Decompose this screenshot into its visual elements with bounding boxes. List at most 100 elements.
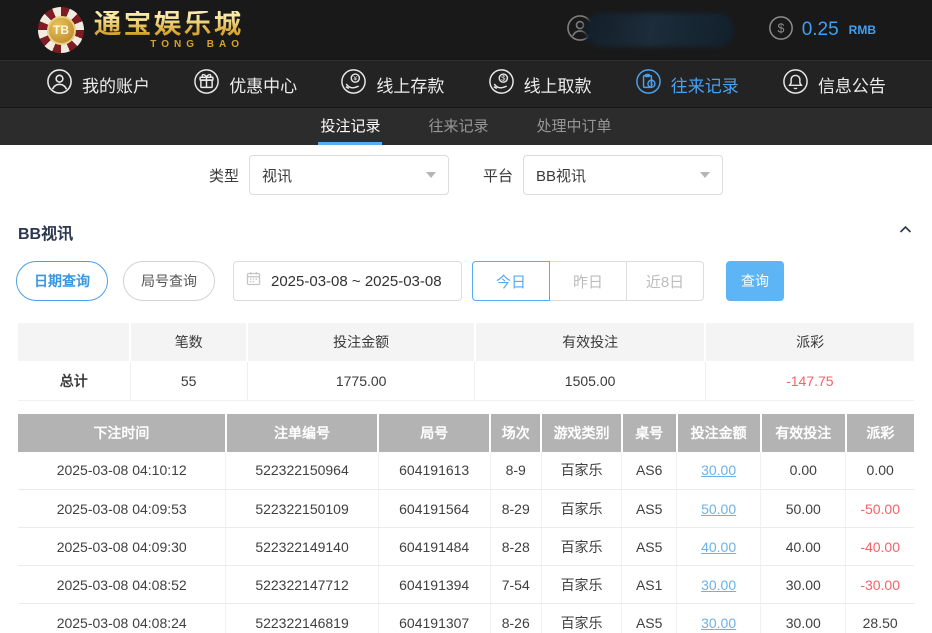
- valid-bet-cell: 30.00: [761, 604, 846, 633]
- summary-total-payout: -147.75: [705, 361, 914, 400]
- table-row: 2025-03-08 04:08:24522322146819604191307…: [18, 604, 914, 633]
- date-range-value: 2025-03-08 ~ 2025-03-08: [271, 273, 442, 290]
- section-title: BB视讯: [18, 220, 73, 244]
- hand-coin-deposit-icon: ¥: [340, 68, 367, 100]
- bell-icon: [782, 68, 809, 100]
- bet-time-cell: 2025-03-08 04:09:30: [18, 528, 226, 566]
- summary-header-payout: 派彩: [705, 323, 914, 361]
- nav-item-label: 线上存款: [376, 72, 444, 97]
- nav-item-my-account[interactable]: 我的账户: [46, 68, 150, 100]
- session-header: 场次: [490, 414, 541, 452]
- brand-subtitle: TONG BAO: [94, 40, 244, 50]
- session-cell: 7-54: [490, 566, 541, 604]
- bet-time-cell: 2025-03-08 04:09:53: [18, 490, 226, 528]
- table-id-cell: AS5: [622, 604, 677, 633]
- query-toolbar: 日期查询 局号查询 2025-03-08 ~ 2025-03-08 今日 昨日 …: [16, 261, 916, 301]
- filter-row: 类型 视讯 平台 BB视讯: [0, 155, 932, 195]
- bet-amount-link[interactable]: 30.00: [677, 452, 761, 490]
- table-id-cell: AS6: [622, 452, 677, 490]
- user-icon: [46, 68, 73, 100]
- calendar-icon: [245, 270, 262, 292]
- tab-transaction-records[interactable]: 往来记录: [426, 108, 490, 145]
- svg-text:$: $: [777, 21, 784, 35]
- chevron-down-icon: [700, 172, 710, 178]
- main-navigation: 我的账户 优惠中心 ¥ 线上存款: [0, 60, 932, 108]
- round-id-header: 局号: [378, 414, 490, 452]
- hand-coin-withdraw-icon: $: [488, 68, 515, 100]
- summary-header-bet-amount: 投注金额: [247, 323, 475, 361]
- round-id-cell: 604191564: [378, 490, 490, 528]
- balance-display[interactable]: $ 0.25 RMB: [768, 15, 876, 46]
- svg-text:$: $: [501, 74, 505, 83]
- bet-amount-link[interactable]: 40.00: [677, 528, 761, 566]
- payout-cell: 0.00: [846, 452, 914, 490]
- table-id-cell: AS1: [622, 566, 677, 604]
- type-filter-label: 类型: [209, 165, 239, 186]
- brand-logo: TB 通宝娱乐城 TONG BAO: [38, 7, 244, 53]
- yesterday-button[interactable]: 昨日: [549, 261, 627, 301]
- summary-total-bet: 1775.00: [247, 361, 475, 400]
- game-type-cell: 百家乐: [541, 528, 622, 566]
- nav-item-promotions[interactable]: 优惠中心: [193, 68, 297, 100]
- top-bar: TB 通宝娱乐城 TONG BAO $ 0.25 R: [0, 0, 932, 60]
- casino-chip-icon: TB: [38, 7, 84, 53]
- order-id-cell: 522322149140: [226, 528, 378, 566]
- table-id-cell: AS5: [622, 528, 677, 566]
- summary-header-row: 笔数 投注金额 有效投注 派彩: [18, 323, 914, 361]
- table-row: 2025-03-08 04:08:52522322147712604191394…: [18, 566, 914, 604]
- game-type-cell: 百家乐: [541, 604, 622, 633]
- gift-icon: [193, 68, 220, 100]
- last-8-days-button[interactable]: 近8日: [626, 261, 704, 301]
- bet-amount-link[interactable]: 30.00: [677, 604, 761, 633]
- round-id-cell: 604191394: [378, 566, 490, 604]
- bet-time-cell: 2025-03-08 04:08:52: [18, 566, 226, 604]
- bet-records-table: 下注时间注单编号局号场次游戏类别桌号投注金额有效投注派彩 2025-03-08 …: [18, 414, 914, 633]
- payout-cell: -30.00: [846, 566, 914, 604]
- bet-amount-link[interactable]: 50.00: [677, 490, 761, 528]
- date-range-input[interactable]: 2025-03-08 ~ 2025-03-08: [233, 261, 462, 301]
- bet-table-header-row: 下注时间注单编号局号场次游戏类别桌号投注金额有效投注派彩: [18, 414, 914, 452]
- today-button[interactable]: 今日: [472, 261, 550, 301]
- bet-amount-link[interactable]: 30.00: [677, 566, 761, 604]
- search-button[interactable]: 查询: [726, 261, 784, 301]
- summary-table: 笔数 投注金额 有效投注 派彩 总计 55 1775.00 1505.00 -1…: [18, 323, 914, 401]
- order-id-header: 注单编号: [226, 414, 378, 452]
- payout-cell: -50.00: [846, 490, 914, 528]
- summary-total-count: 55: [130, 361, 247, 400]
- nav-item-withdrawal[interactable]: $ 线上取款: [488, 68, 592, 100]
- session-cell: 8-28: [490, 528, 541, 566]
- table-id-cell: AS5: [622, 490, 677, 528]
- nav-item-transaction-records[interactable]: 往来记录: [635, 68, 739, 100]
- payout-cell: 28.50: [846, 604, 914, 633]
- user-account-area[interactable]: [566, 13, 734, 47]
- collapse-section-button[interactable]: [897, 221, 914, 243]
- chip-tb-monogram: TB: [47, 16, 76, 45]
- nav-item-deposit[interactable]: ¥ 线上存款: [340, 68, 444, 100]
- platform-select[interactable]: BB视讯: [523, 155, 723, 195]
- chevron-up-icon: [897, 221, 914, 243]
- brand-title: 通宝娱乐城: [94, 11, 244, 38]
- tab-bet-records[interactable]: 投注记录: [318, 108, 382, 145]
- dollar-coin-icon: $: [768, 15, 794, 46]
- order-id-cell: 522322146819: [226, 604, 378, 633]
- type-select[interactable]: 视讯: [249, 155, 449, 195]
- valid-bet-cell: 40.00: [761, 528, 846, 566]
- svg-text:¥: ¥: [354, 75, 358, 82]
- game-type-cell: 百家乐: [541, 490, 622, 528]
- date-query-button[interactable]: 日期查询: [16, 261, 108, 301]
- valid-bet-cell: 50.00: [761, 490, 846, 528]
- game-type-header: 游戏类别: [541, 414, 622, 452]
- nav-item-label: 优惠中心: [229, 72, 297, 97]
- balance-currency: RMB: [849, 23, 876, 37]
- platform-select-value: BB视讯: [536, 165, 586, 186]
- payout-cell: -40.00: [846, 528, 914, 566]
- session-cell: 8-29: [490, 490, 541, 528]
- nav-item-announcements[interactable]: 信息公告: [782, 68, 886, 100]
- clipboard-clock-icon: [635, 68, 662, 100]
- round-query-button[interactable]: 局号查询: [123, 261, 215, 301]
- summary-total-row: 总计 55 1775.00 1505.00 -147.75: [18, 361, 914, 400]
- bet-table-body: 2025-03-08 04:10:12522322150964604191613…: [18, 452, 914, 633]
- tab-pending-orders[interactable]: 处理中订单: [535, 108, 614, 145]
- table-row: 2025-03-08 04:10:12522322150964604191613…: [18, 452, 914, 490]
- chevron-down-icon: [426, 172, 436, 178]
